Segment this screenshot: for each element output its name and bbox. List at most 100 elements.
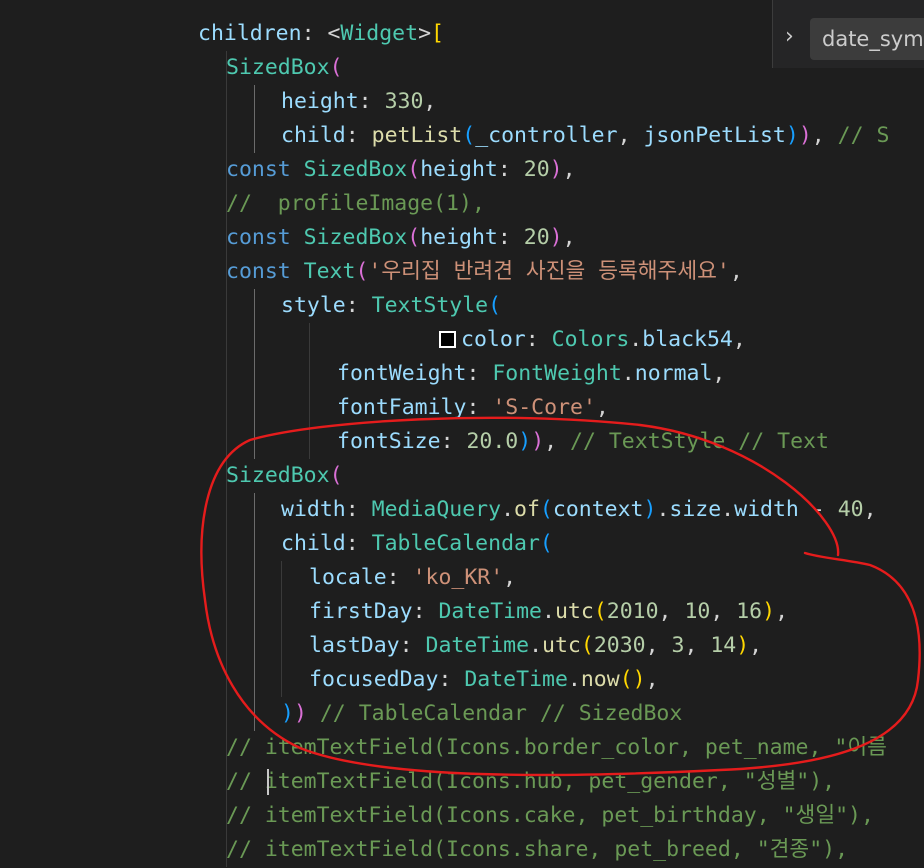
- code-line[interactable]: // itemTextField(Icons.share, pet_breed,…: [226, 833, 848, 867]
- code-line[interactable]: focusedDay: DateTime.now(),: [309, 663, 659, 697]
- code-token: firstDay: [309, 599, 413, 624]
- code-token: SizedBox: [303, 157, 408, 182]
- code-token: ): [785, 123, 799, 148]
- indent-guide: [254, 289, 255, 459]
- code-token: :: [440, 429, 467, 454]
- code-token: (: [407, 225, 421, 250]
- code-editor[interactable]: children: <Widget>[SizedBox(height: 330,…: [0, 0, 924, 868]
- code-token: ,: [732, 327, 746, 352]
- code-token: ): [281, 701, 294, 726]
- code-token: utc: [542, 633, 581, 658]
- code-token: :: [466, 361, 493, 386]
- code-token: black54: [642, 327, 733, 352]
- code-token: [: [431, 21, 444, 46]
- code-token: of: [514, 497, 540, 522]
- code-token: ,: [863, 497, 877, 522]
- code-token: ): [798, 123, 812, 148]
- code-token: :: [386, 565, 413, 590]
- code-token: DateTime: [425, 633, 530, 658]
- code-token: petList: [371, 123, 463, 148]
- text-cursor: [267, 769, 269, 795]
- code-token: :: [466, 395, 493, 420]
- chevron-right-icon[interactable]: ›: [785, 20, 794, 54]
- code-token: (: [329, 55, 343, 80]
- code-token: fontFamily: [337, 395, 467, 420]
- code-token: 'ko_KR': [412, 565, 504, 590]
- code-line[interactable]: SizedBox(: [226, 51, 343, 85]
- code-token: TableCalendar: [371, 531, 540, 556]
- code-token: :: [345, 497, 372, 522]
- code-line[interactable]: color: Colors.black54,: [439, 323, 746, 357]
- code-line[interactable]: locale: 'ko_KR',: [309, 561, 516, 595]
- code-token: ,: [595, 395, 609, 420]
- code-line[interactable]: style: TextStyle(: [281, 289, 501, 323]
- code-token: const: [226, 259, 304, 284]
- code-line[interactable]: children: <Widget>[: [198, 17, 444, 51]
- code-token: ,: [503, 565, 517, 590]
- breadcrumb-symbol-label[interactable]: date_symb: [822, 22, 924, 56]
- code-line[interactable]: // itemTextField(Icons.border_color, pet…: [226, 731, 887, 765]
- code-token: (: [539, 531, 553, 556]
- code-token: ,: [617, 123, 644, 148]
- code-line[interactable]: // itemTextField(Icons.cake, pet_birthda…: [226, 799, 874, 833]
- breadcrumb[interactable]: › date_symb: [772, 0, 924, 68]
- code-line[interactable]: const Text('우리집 반려견 사진을 등록해주세요',: [226, 255, 743, 289]
- color-swatch-icon[interactable]: [439, 331, 456, 348]
- code-token: width: [734, 497, 799, 522]
- code-token: (: [407, 157, 421, 182]
- code-token: ): [518, 429, 532, 454]
- code-token: // itemTextField(Icons.hub, pet_gender, …: [226, 769, 836, 794]
- code-line[interactable]: fontWeight: FontWeight.normal,: [337, 357, 725, 391]
- code-token: ,: [562, 225, 576, 250]
- code-token: context: [552, 497, 644, 522]
- code-token: Colors: [551, 327, 630, 352]
- code-token: children: [198, 21, 302, 46]
- code-token: _controller: [475, 123, 618, 148]
- code-token: (: [539, 497, 553, 522]
- code-token: height: [420, 225, 498, 250]
- code-token: child: [281, 123, 346, 148]
- code-token: lastDay: [309, 633, 400, 658]
- code-token: <: [327, 21, 341, 46]
- code-line[interactable]: width: MediaQuery.of(context).size.width…: [281, 493, 877, 527]
- code-token: const: [226, 225, 304, 250]
- code-token: // TableCalendar // SizedBox: [319, 701, 683, 726]
- code-token: // profileImage(1),: [226, 191, 485, 216]
- code-line[interactable]: lastDay: DateTime.utc(2030, 3, 14),: [309, 629, 762, 663]
- code-token: .: [567, 667, 581, 692]
- code-token: ,: [729, 259, 743, 284]
- code-token: ): [549, 225, 563, 250]
- code-line[interactable]: fontFamily: 'S-Core',: [337, 391, 609, 425]
- code-token: DateTime: [464, 667, 568, 692]
- code-line[interactable]: // itemTextField(Icons.hub, pet_gender, …: [226, 765, 835, 799]
- code-token: // itemTextField(Icons.share, pet_breed,…: [226, 837, 849, 862]
- code-line[interactable]: firstDay: DateTime.utc(2010, 10, 16),: [309, 595, 788, 629]
- code-line[interactable]: fontSize: 20.0)), // TextStyle // Text: [337, 425, 829, 459]
- code-token: .: [621, 361, 635, 386]
- code-token: ): [762, 599, 776, 624]
- code-token: jsonPetList: [643, 123, 786, 148]
- code-token: style: [281, 293, 346, 318]
- code-token: SizedBox: [226, 463, 330, 488]
- code-line[interactable]: height: 330,: [281, 85, 436, 119]
- code-token: :: [525, 327, 552, 352]
- code-token: .: [501, 497, 515, 522]
- code-line[interactable]: // profileImage(1),: [226, 187, 485, 221]
- code-token: ,: [423, 89, 437, 114]
- code-line[interactable]: SizedBox(: [226, 459, 343, 493]
- code-line[interactable]: child: TableCalendar(: [281, 527, 553, 561]
- code-token: 2010: [606, 599, 659, 624]
- code-line[interactable]: const SizedBox(height: 20),: [226, 221, 576, 255]
- code-token: utc: [554, 599, 594, 624]
- code-token: .: [529, 633, 543, 658]
- code-line[interactable]: const SizedBox(height: 20),: [226, 153, 576, 187]
- code-token: 40: [837, 497, 864, 522]
- code-token: ,: [684, 633, 711, 658]
- code-token: height: [420, 157, 498, 182]
- code-line[interactable]: )) // TableCalendar // SizedBox: [281, 697, 682, 731]
- code-token: :: [301, 21, 328, 46]
- code-token: ,: [712, 361, 726, 386]
- code-line[interactable]: child: petList(_controller, jsonPetList)…: [281, 119, 889, 153]
- code-token: .: [721, 497, 735, 522]
